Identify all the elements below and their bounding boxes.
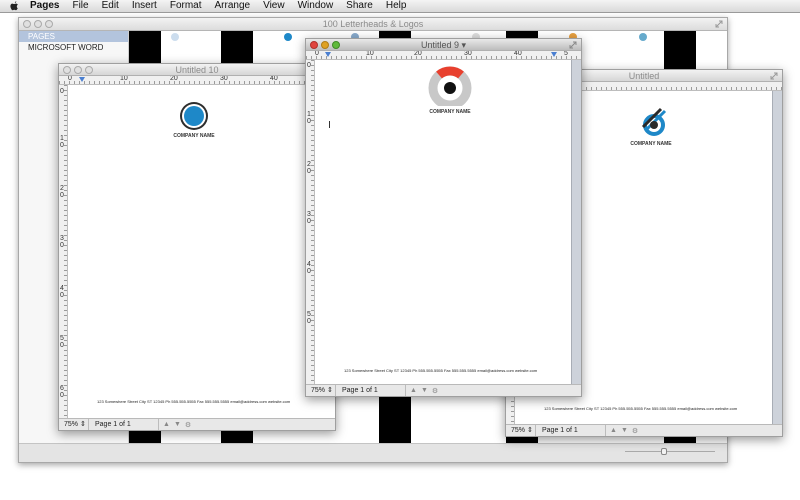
document-page[interactable]: COMPANY NAME 123 Somewhere Street City S…	[315, 60, 569, 384]
sidebar-item-microsoft-word[interactable]: MICROSOFT WORD	[19, 42, 128, 53]
fullscreen-icon[interactable]	[715, 20, 723, 28]
thumbnail-size-slider[interactable]	[625, 448, 715, 455]
sidebar-item-pages[interactable]: PAGES	[19, 31, 128, 42]
letterhead-footer: 123 Somewhere Street City ST 12345 Ph 55…	[97, 399, 291, 404]
fullscreen-icon[interactable]	[569, 41, 577, 49]
vertical-scrollbar[interactable]	[772, 91, 782, 424]
template-logo-thumb-icon[interactable]	[639, 33, 647, 41]
menu-edit[interactable]: Edit	[102, 0, 119, 12]
menu-app-pages[interactable]: Pages	[30, 0, 59, 12]
horizontal-ruler[interactable]: 0 10 20 30 40 5	[306, 51, 581, 60]
prev-page-icon[interactable]: ▲	[610, 427, 617, 434]
document-window-untitled-10: Untitled 10 0 10 20 30 40 0 1 0 2 0 3 0 …	[58, 63, 336, 431]
vertical-ruler[interactable]: 0 1 0 2 0 3 0 4 0 5 0	[306, 60, 315, 384]
fullscreen-icon[interactable]	[770, 72, 778, 80]
template-logo-thumb-icon[interactable]	[284, 33, 292, 41]
right-indent-marker[interactable]	[551, 52, 557, 57]
menu-window[interactable]: Window	[298, 0, 334, 12]
text-cursor	[329, 121, 330, 128]
indent-marker[interactable]	[79, 77, 85, 82]
letterhead-footer: 123 Somewhere Street City ST 12345 Ph 55…	[344, 368, 538, 373]
menu-file[interactable]: File	[72, 0, 88, 12]
gear-icon[interactable]: ⚙	[185, 421, 191, 429]
page-indicator: Page 1 of 1	[536, 424, 606, 436]
slider-knob[interactable]	[661, 448, 667, 455]
vertical-ruler[interactable]: 0 1 0 2 0 3 0 4 0 5 0 6 0	[59, 85, 68, 418]
menu-view[interactable]: View	[263, 0, 285, 12]
window-title: Untitled 10	[175, 65, 219, 75]
template-browser-statusbar	[19, 443, 727, 462]
page-indicator: Page 1 of 1	[89, 418, 159, 430]
apple-menu-icon[interactable]	[10, 1, 20, 12]
template-logo-thumb-icon[interactable]	[171, 33, 179, 41]
company-logo-icon	[641, 107, 667, 136]
zoom-popup[interactable]: 75% ⇕	[59, 418, 89, 430]
horizontal-ruler[interactable]: 0 10 20 30 40	[59, 76, 335, 85]
document-page[interactable]: COMPANY NAME 123 Somewhere Street City S…	[68, 85, 335, 418]
prev-page-icon[interactable]: ▲	[163, 421, 170, 428]
menu-format[interactable]: Format	[170, 0, 202, 12]
menu-help[interactable]: Help	[386, 0, 407, 12]
document-statusbar: 75% ⇕ Page 1 of 1 ▲ ▼ ⚙	[506, 424, 782, 436]
company-logo-icon	[180, 102, 208, 130]
company-logo-icon	[428, 66, 472, 106]
page-indicator: Page 1 of 1	[336, 384, 406, 396]
document-window-untitled-9: Untitled 9 ▾ 0 10 20 30 40 5 0 1 0 2 0 3…	[305, 38, 582, 397]
title-menu-chevron-icon[interactable]: ▾	[462, 40, 467, 50]
menu-bar: Pages File Edit Insert Format Arrange Vi…	[0, 0, 800, 13]
next-page-icon[interactable]: ▼	[174, 421, 181, 428]
document-statusbar: 75% ⇕ Page 1 of 1 ▲ ▼ ⚙	[306, 384, 581, 396]
stepper-icon: ⇕	[526, 426, 533, 434]
document-titlebar[interactable]: Untitled 9 ▾	[306, 39, 581, 51]
document-statusbar: 75% ⇕ Page 1 of 1 ▲ ▼ ⚙	[59, 418, 335, 430]
vertical-scrollbar[interactable]	[571, 60, 581, 384]
menu-share[interactable]: Share	[346, 0, 373, 12]
company-name: COMPANY NAME	[630, 141, 672, 147]
zoom-popup[interactable]: 75% ⇕	[506, 424, 536, 436]
zoom-popup[interactable]: 75% ⇕	[306, 384, 336, 396]
stepper-icon: ⇕	[326, 386, 333, 394]
document-titlebar[interactable]: Untitled 10	[59, 64, 335, 76]
template-browser-titlebar[interactable]: 100 Letterheads & Logos	[19, 18, 727, 31]
prev-page-icon[interactable]: ▲	[410, 387, 417, 394]
menu-arrange[interactable]: Arrange	[215, 0, 251, 12]
next-page-icon[interactable]: ▼	[421, 387, 428, 394]
indent-marker[interactable]	[325, 52, 331, 57]
letterhead-footer: 123 Somewhere Street City ST 12345 Ph 55…	[544, 406, 738, 411]
next-page-icon[interactable]: ▼	[621, 427, 628, 434]
gear-icon[interactable]: ⚙	[432, 387, 438, 395]
window-title: 100 Letterheads & Logos	[322, 19, 424, 29]
window-title: Untitled 9 ▾	[420, 40, 467, 50]
stepper-icon: ⇕	[79, 420, 86, 428]
gear-icon[interactable]: ⚙	[632, 427, 638, 435]
company-name: COMPANY NAME	[429, 109, 471, 115]
company-name: COMPANY NAME	[173, 133, 215, 139]
menu-insert[interactable]: Insert	[132, 0, 157, 12]
